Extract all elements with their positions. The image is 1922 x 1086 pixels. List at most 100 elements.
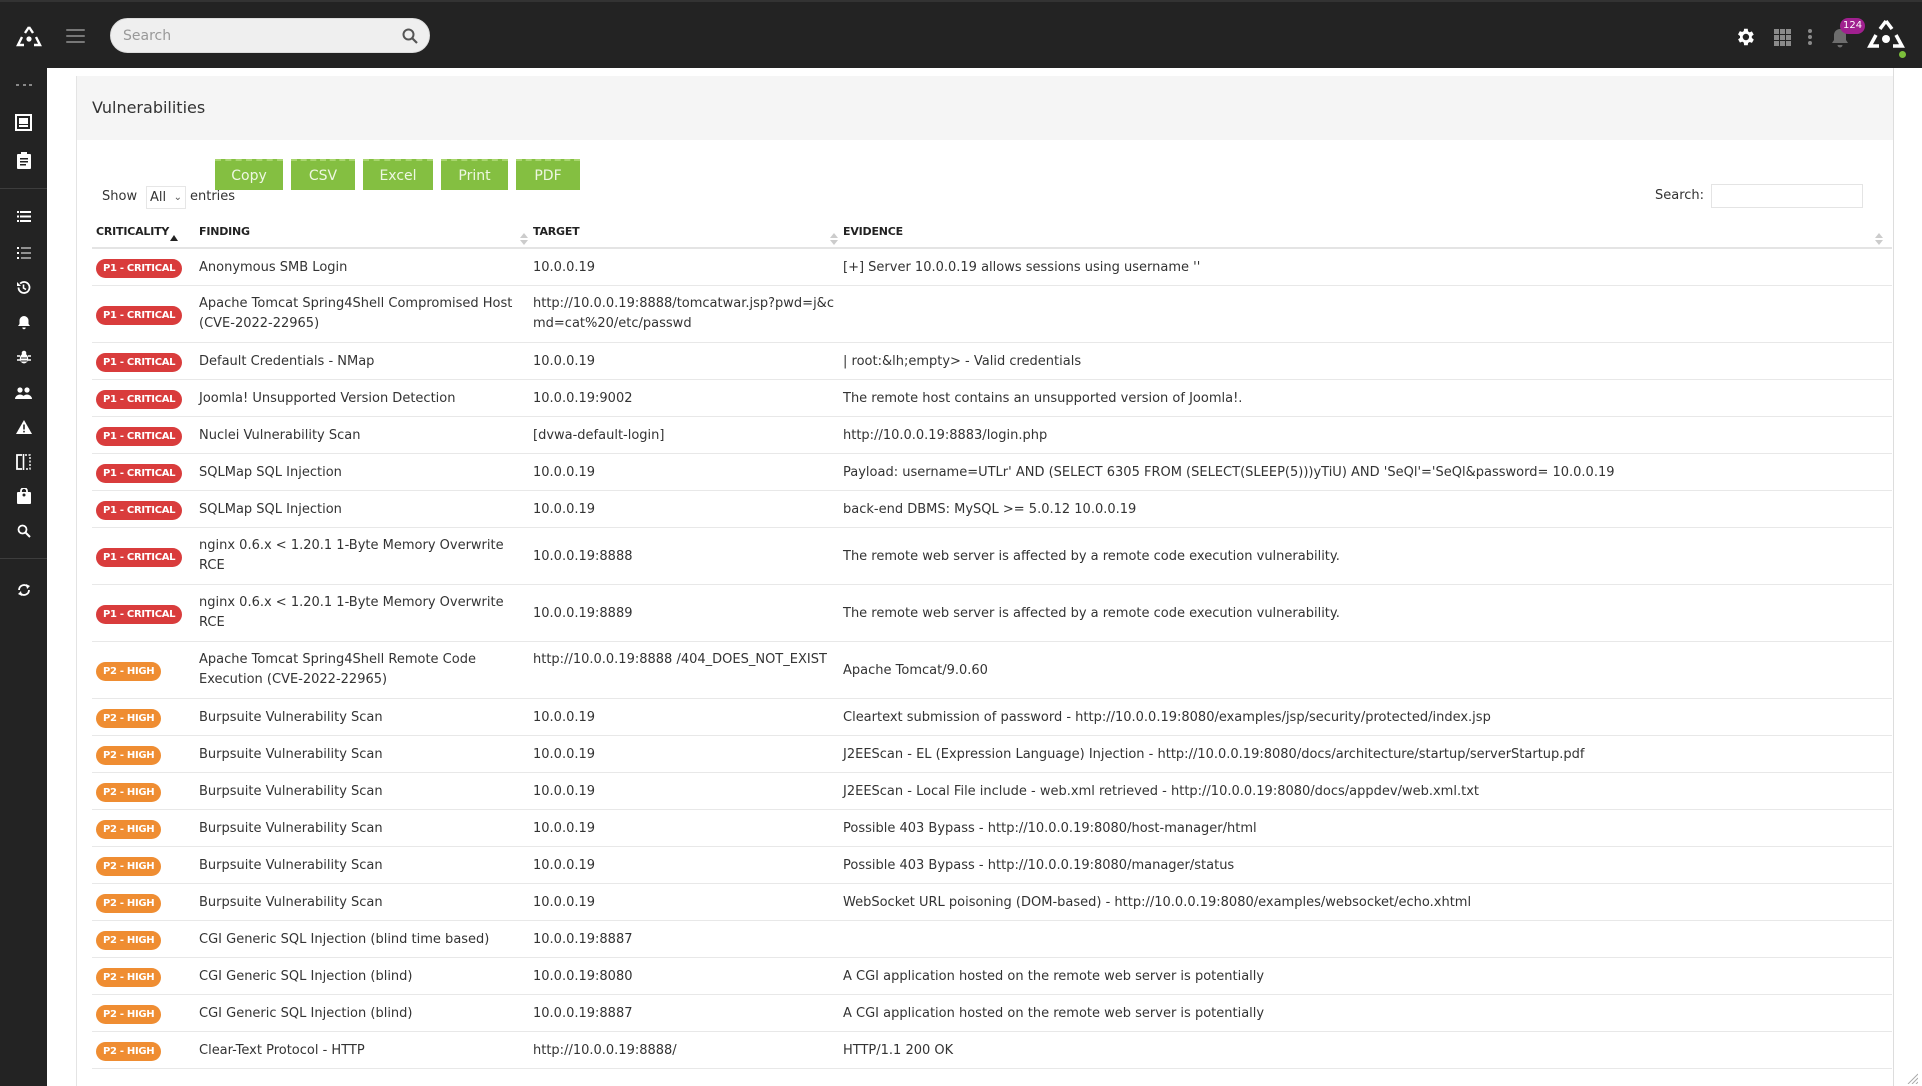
hamburger-line xyxy=(66,41,85,43)
sidebar-item-users[interactable] xyxy=(14,383,33,402)
target-cell: 10.0.0.19 xyxy=(533,465,596,480)
table-row[interactable]: P1 - CRITICAL SQLMap SQL Injection 10.0.0.… xyxy=(92,454,1892,491)
hamburger-menu-button[interactable] xyxy=(66,29,85,43)
criticality-cell: P2 - HIGH xyxy=(96,856,162,876)
sidebar-item-dashboard[interactable] xyxy=(14,113,33,132)
table-row[interactable]: P2 - HIGH CGI Generic SQL Injection (blin… xyxy=(92,921,1892,958)
table-row[interactable]: P2 - HIGH CGI Generic SQL Injection (blin… xyxy=(92,995,1892,1032)
sort-icon[interactable] xyxy=(830,233,838,245)
print-button[interactable]: Print xyxy=(441,159,508,190)
global-search xyxy=(110,18,430,53)
logo-icon[interactable] xyxy=(16,26,42,48)
entries-per-page-value: All xyxy=(150,190,167,205)
sidebar-item-history[interactable] xyxy=(14,278,33,297)
table-row[interactable]: P2 - HIGH Burpsuite Vulnerability Scan 10.… xyxy=(92,773,1892,810)
kebab-menu-icon[interactable] xyxy=(1808,29,1812,45)
criticality-badge: P1 - CRITICAL xyxy=(96,605,183,624)
sidebar-item-alerts[interactable] xyxy=(14,417,33,436)
table-row[interactable]: P2 - HIGH Burpsuite Vulnerability Scan 10.… xyxy=(92,736,1892,773)
criticality-cell: P2 - HIGH xyxy=(96,745,162,765)
apps-grid-icon[interactable] xyxy=(1774,29,1791,46)
warning-icon xyxy=(15,419,32,434)
sort-icon[interactable] xyxy=(1875,233,1883,245)
criticality-cell: P2 - HIGH xyxy=(96,930,162,950)
table-row[interactable]: P2 - HIGH Burpsuite Vulnerability Scan 10.… xyxy=(92,699,1892,736)
table-search-input[interactable] xyxy=(1711,184,1863,208)
global-search-input[interactable] xyxy=(123,19,383,52)
excel-button[interactable]: Excel xyxy=(363,159,433,190)
pdf-button[interactable]: PDF xyxy=(516,159,580,190)
evidence-cell: Possible 403 Bypass - http://10.0.0.19:8… xyxy=(843,821,1257,836)
vulnerabilities-card: Vulnerabilities Show All ⌄ entries Copy … xyxy=(76,76,1893,1086)
table-row[interactable]: P1 - CRITICAL Apache Tomcat Spring4Shell … xyxy=(92,286,1892,343)
criticality-badge: P1 - CRITICAL xyxy=(96,353,183,372)
table-row[interactable]: P2 - HIGH CGI Generic SQL Injection (blin… xyxy=(92,958,1892,995)
list-icon xyxy=(16,211,31,222)
criticality-badge: P2 - HIGH xyxy=(96,662,162,681)
criticality-cell: P1 - CRITICAL xyxy=(96,463,183,483)
csv-button[interactable]: CSV xyxy=(291,159,355,190)
sidebar-item-search[interactable] xyxy=(14,521,33,540)
evidence-cell: WebSocket URL poisoning (DOM-based) - ht… xyxy=(843,895,1472,910)
sidebar-item-reports[interactable] xyxy=(14,151,33,170)
column-header-evidence[interactable]: EVIDENCE xyxy=(843,225,903,238)
finding-cell: Apache Tomcat Spring4Shell Compromised H… xyxy=(199,296,513,331)
table-row[interactable]: P2 - HIGH Clear-Text Protocol - HTTP http:… xyxy=(92,1032,1892,1069)
table-row[interactable]: P1 - CRITICAL Joomla! Unsupported Version… xyxy=(92,380,1892,417)
criticality-badge: P2 - HIGH xyxy=(96,968,162,987)
evidence-cell: Possible 403 Bypass - http://10.0.0.19:8… xyxy=(843,858,1235,873)
evidence-cell: The remote host contains an unsupported … xyxy=(843,391,1243,406)
table-row[interactable]: P2 - HIGH Burpsuite Vulnerability Scan 10.… xyxy=(92,884,1892,921)
criticality-cell: P2 - HIGH xyxy=(96,893,162,913)
evidence-cell: J2EEScan - Local File include - web.xml … xyxy=(843,784,1479,799)
sort-icon[interactable] xyxy=(520,233,528,245)
table-header: CRITICALITY FINDING TARGET EVIDENCE xyxy=(92,213,1892,249)
table-row[interactable]: P1 - CRITICAL SQLMap SQL Injection 10.0.0.… xyxy=(92,491,1892,528)
column-header-criticality[interactable]: CRITICALITY xyxy=(96,225,169,238)
evidence-cell: Apache Tomcat/9.0.60 xyxy=(843,663,988,678)
search-icon[interactable] xyxy=(401,27,419,45)
target-cell: 10.0.0.19 xyxy=(533,821,596,836)
sidebar-item-list[interactable] xyxy=(14,207,33,226)
finding-cell: Joomla! Unsupported Version Detection xyxy=(199,391,456,406)
sidebar-item-vulnerabilities[interactable] xyxy=(14,348,33,367)
criticality-badge: P2 - HIGH xyxy=(96,820,162,839)
criticality-cell: P2 - HIGH xyxy=(96,967,162,987)
criticality-cell: P2 - HIGH xyxy=(96,708,162,728)
table-row[interactable]: P1 - CRITICAL Default Credentials - NMap 1… xyxy=(92,343,1892,380)
copy-button[interactable]: Copy xyxy=(215,159,283,190)
table-row[interactable]: P1 - CRITICAL Anonymous SMB Login 10.0.0.1… xyxy=(92,249,1892,286)
resize-handle-icon[interactable] xyxy=(1906,1072,1918,1084)
table-row[interactable]: P1 - CRITICAL nginx 0.6.x < 1.20.1 1-Byte… xyxy=(92,585,1892,642)
sidebar-item-notifications[interactable] xyxy=(14,313,33,332)
target-cell: [dvwa-default-login] xyxy=(533,428,665,443)
finding-cell: SQLMap SQL Injection xyxy=(199,465,342,480)
main-content: Vulnerabilities Show All ⌄ entries Copy … xyxy=(47,68,1922,1086)
finding-cell: CGI Generic SQL Injection (blind) xyxy=(199,1006,413,1021)
target-cell: 10.0.0.19 xyxy=(533,858,596,873)
table-row[interactable]: P1 - CRITICAL nginx 0.6.x < 1.20.1 1-Byte… xyxy=(92,528,1892,585)
table-row[interactable]: P1 - CRITICAL Nuclei Vulnerability Scan [d… xyxy=(92,417,1892,454)
criticality-cell: P1 - CRITICAL xyxy=(96,547,183,567)
sidebar-item-jobs[interactable] xyxy=(14,486,33,505)
refresh-icon xyxy=(17,583,30,596)
sort-ascending-icon[interactable] xyxy=(170,235,178,241)
sidebar-item-checklist[interactable] xyxy=(14,243,33,262)
gear-icon[interactable] xyxy=(1734,26,1756,48)
target-cell: 10.0.0.19:8887 xyxy=(533,932,633,947)
criticality-badge: P2 - HIGH xyxy=(96,709,162,728)
table-row[interactable]: P2 - HIGH Burpsuite Vulnerability Scan 10.… xyxy=(92,847,1892,884)
sidebar-item-refresh[interactable] xyxy=(14,580,33,599)
chevron-down-icon: ⌄ xyxy=(173,192,182,203)
table-row[interactable]: P2 - HIGH Burpsuite Vulnerability Scan 10.… xyxy=(92,810,1892,847)
sidebar-divider xyxy=(0,558,47,559)
column-header-finding[interactable]: FINDING xyxy=(199,225,250,238)
finding-cell: CGI Generic SQL Injection (blind time ba… xyxy=(199,932,490,947)
target-cell: http://10.0.0.19:8888 /404_DOES_NOT_EXIS… xyxy=(533,652,827,667)
column-header-target[interactable]: TARGET xyxy=(533,225,580,238)
ellipsis-icon[interactable] xyxy=(16,84,32,88)
criticality-cell: P2 - HIGH xyxy=(96,1041,162,1061)
entries-per-page-select[interactable]: All ⌄ xyxy=(146,186,186,209)
sidebar-item-compare[interactable] xyxy=(14,452,33,471)
table-row[interactable]: P2 - HIGH Apache Tomcat Spring4Shell Remo… xyxy=(92,642,1892,699)
